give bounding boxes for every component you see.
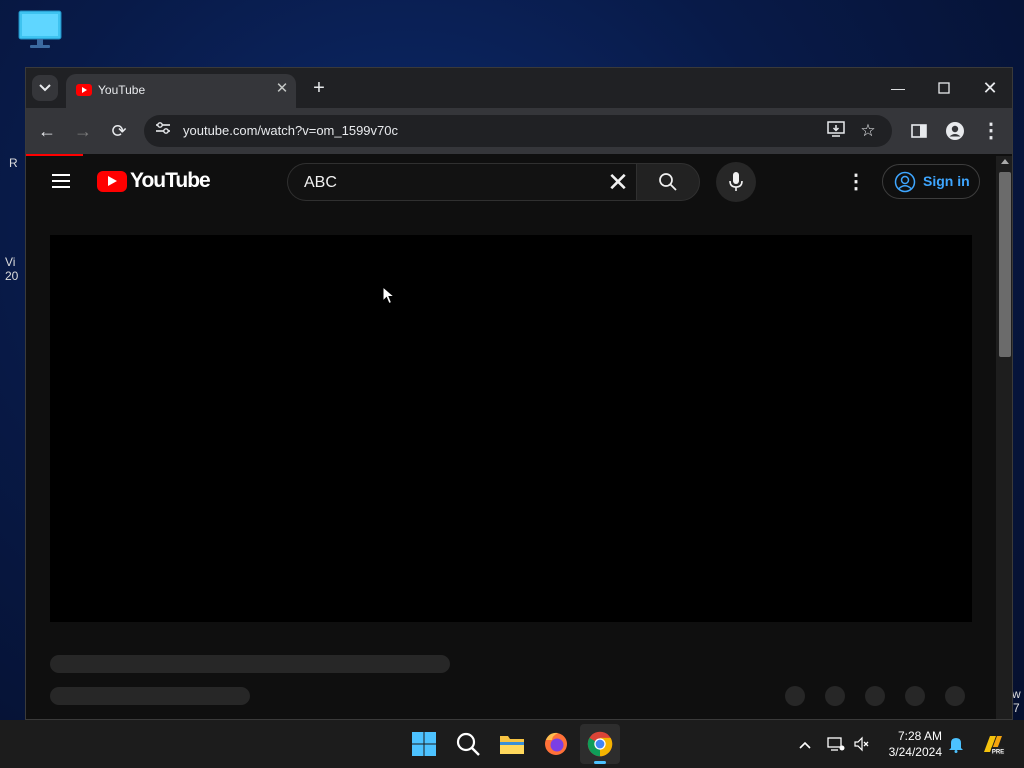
svg-text:PRE: PRE [992,750,1004,756]
search-input[interactable]: ABC [304,174,337,192]
new-tab-button[interactable]: + [308,77,330,99]
forward-button[interactable]: → [71,119,95,143]
taskbar-clock[interactable]: 7:28 AM 3/24/2024 [880,728,942,760]
site-info-icon[interactable] [153,121,173,141]
firefox-icon[interactable] [540,728,572,760]
hamburger-menu-icon[interactable] [52,174,72,190]
tab-strip: YouTube ✕ + — ✕ [26,68,1012,108]
chrome-taskbar-button[interactable] [580,724,620,764]
taskbar: 7:28 AM 3/24/2024 PRE [0,720,1024,768]
voice-search-button[interactable] [716,162,756,202]
video-player[interactable] [50,235,972,622]
network-icon[interactable] [826,734,846,754]
browser-menu-icon[interactable]: ⋮ [979,119,1003,143]
action-placeholder [785,686,805,706]
account-circle-icon [894,171,916,193]
chrome-icon [587,731,613,757]
copilot-pre-icon[interactable]: PRE [980,732,1006,758]
action-placeholder [865,686,885,706]
maximize-button[interactable] [922,76,966,100]
page-scrollbar[interactable] [996,156,1012,719]
youtube-logo-text[interactable]: YouTube [130,169,211,193]
side-panel-icon[interactable] [907,119,931,143]
maximize-icon [938,82,950,94]
close-window-button[interactable]: ✕ [968,76,1012,100]
reload-button[interactable]: ⟳ [107,119,131,143]
chevron-down-icon [39,84,51,92]
action-placeholder [825,686,845,706]
tab-youtube[interactable]: YouTube ✕ [66,74,296,108]
profile-icon[interactable] [943,119,967,143]
this-pc-desktop-icon[interactable] [18,10,62,50]
tab-title: YouTube [98,83,146,97]
action-placeholder [905,686,925,706]
sign-in-button[interactable]: Sign in [882,164,980,199]
address-bar[interactable]: youtube.com/watch?v=om_1599v70c ☆ [144,115,892,147]
sign-in-label: Sign in [923,173,970,189]
settings-menu-icon[interactable]: ⋮ [846,170,866,194]
install-app-icon[interactable] [826,121,846,141]
youtube-page: YouTube ABC ✕ ⋮ Sign in [26,156,996,719]
notification-bell-icon[interactable] [946,734,966,754]
bookmark-star-icon[interactable]: ☆ [858,121,878,141]
volume-muted-icon[interactable] [852,734,872,754]
title-placeholder [50,655,450,673]
microphone-icon [729,172,743,191]
scroll-up-arrow-icon[interactable] [1001,159,1009,164]
mouse-cursor-icon [382,285,396,311]
desktop-clipped-label: 7 [1013,701,1020,715]
desktop-clipped-label: 20 [5,269,19,283]
start-windows-icon[interactable] [408,728,440,760]
file-explorer-icon[interactable] [496,728,528,760]
desktop-clipped-label: w [1012,687,1021,701]
clock-time: 7:28 AM [897,729,942,743]
youtube-logo-icon[interactable] [97,171,127,192]
desktop-clipped-label: Vi [5,255,16,269]
scrollbar-thumb[interactable] [999,172,1011,357]
action-placeholder [945,686,965,706]
search-icon [659,173,677,191]
show-hidden-icons-chevron-icon[interactable] [795,734,815,754]
back-button[interactable]: ← [35,119,59,143]
browser-toolbar: ← → ⟳ youtube.com/watch?v=om_1599v70c ☆ … [26,108,1012,154]
tab-search-button[interactable] [32,75,58,101]
search-icon[interactable] [452,728,484,760]
search-box[interactable]: ABC ✕ [287,163,636,201]
desktop-clipped-label: R [9,156,18,170]
channel-placeholder [50,687,250,705]
minimize-button[interactable]: — [876,76,920,100]
tab-close-icon[interactable]: ✕ [274,81,290,97]
clear-search-icon[interactable]: ✕ [606,169,630,195]
browser-window: YouTube ✕ + — ✕ ← → ⟳ youtube.com/watch?… [25,67,1013,720]
youtube-favicon-icon [76,84,92,96]
url-text[interactable]: youtube.com/watch?v=om_1599v70c [183,123,398,138]
search-button[interactable] [636,163,700,201]
clock-date: 3/24/2024 [888,745,942,759]
